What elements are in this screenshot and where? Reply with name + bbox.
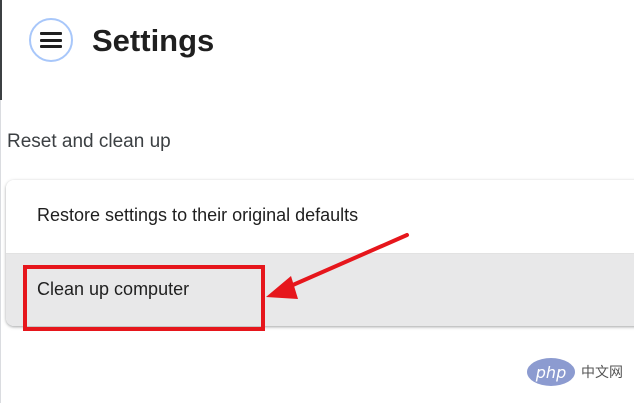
hamburger-menu-icon <box>40 32 62 48</box>
page-title: Settings <box>92 23 215 58</box>
reset-settings-card: Restore settings to their original defau… <box>6 180 634 326</box>
clean-up-computer-row[interactable]: Clean up computer <box>6 253 634 326</box>
php-logo: php <box>527 358 575 386</box>
restore-defaults-label: Restore settings to their original defau… <box>37 205 359 225</box>
window-left-edge <box>0 0 2 100</box>
clean-up-computer-label: Clean up computer <box>37 279 190 299</box>
restore-defaults-row[interactable]: Restore settings to their original defau… <box>6 180 634 253</box>
watermark-site-text: 中文网 <box>581 365 623 381</box>
window-left-border <box>0 100 1 403</box>
php-cn-watermark: php 中文网 <box>527 358 623 386</box>
main-menu-button[interactable] <box>29 18 73 62</box>
section-heading-reset-and-clean-up: Reset and clean up <box>7 131 171 152</box>
